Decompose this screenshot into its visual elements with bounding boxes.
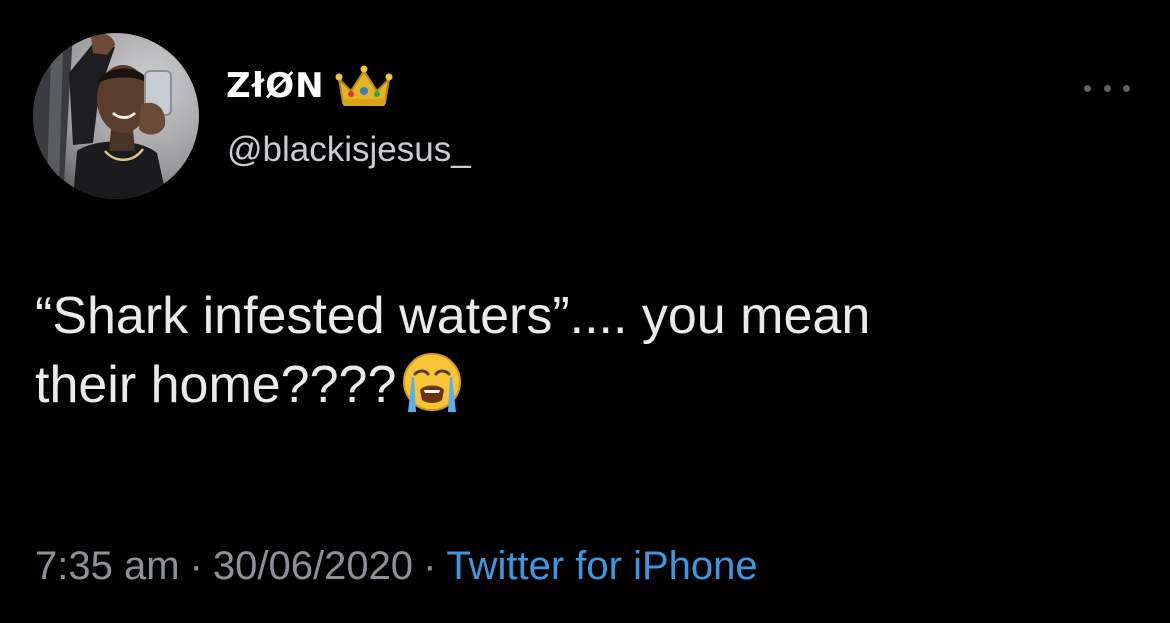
tweet-card: ZłØN @blackisjesus_ “Shark infested wate…: [0, 0, 1170, 623]
dot: [1084, 84, 1091, 92]
tweet-time[interactable]: 7:35 am: [35, 544, 180, 588]
tweet-date[interactable]: 30/06/2020: [213, 544, 413, 588]
tweet-source-link[interactable]: Twitter for iPhone: [446, 544, 757, 588]
separator: ·: [423, 544, 437, 588]
tweet-text-line-2: their home????: [35, 356, 397, 414]
tweet-metadata: 7:35 am · 30/06/2020 · Twitter for iPhone: [35, 544, 758, 589]
tweet-text: “Shark infested waters”.... you mean the…: [35, 282, 1135, 419]
avatar[interactable]: [33, 33, 199, 199]
dot: [1103, 84, 1111, 92]
separator: ·: [189, 544, 203, 588]
user-handle[interactable]: @blackisjesus_: [227, 130, 471, 170]
avatar-photo: [33, 33, 199, 199]
loudly-crying-face-icon: [400, 350, 464, 414]
tweet-text-line-1: “Shark infested waters”.... you mean: [35, 287, 871, 345]
crown-icon: [335, 63, 393, 109]
display-name[interactable]: ZłØN: [226, 66, 325, 106]
dot: [1123, 84, 1130, 92]
tweet-text-line-2-wrap: their home????: [35, 350, 1135, 419]
author-name-row: ZłØN: [226, 62, 393, 110]
more-dots-icon[interactable]: [1084, 76, 1130, 100]
